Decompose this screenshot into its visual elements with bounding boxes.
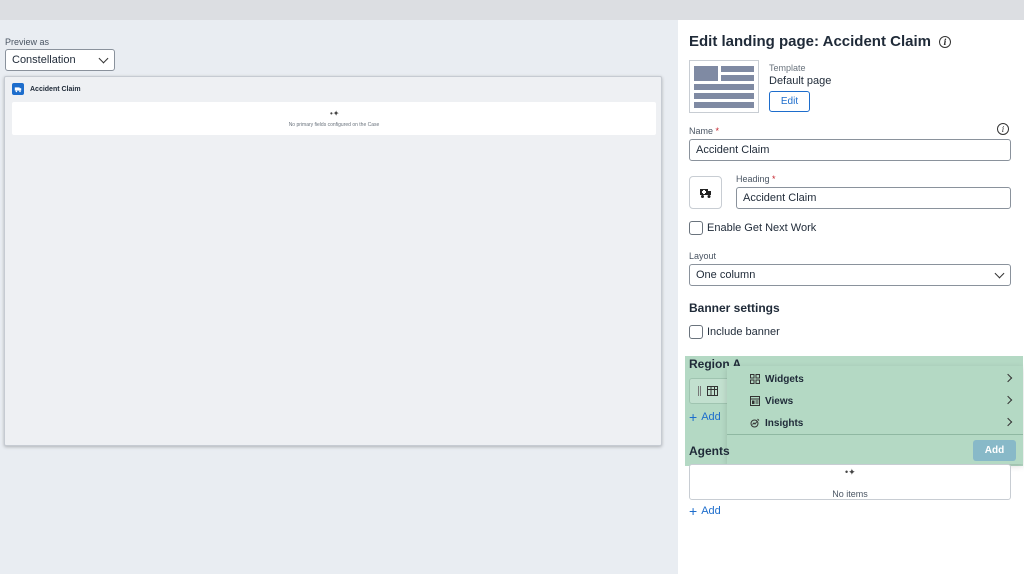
plus-icon: + (689, 503, 698, 519)
include-banner-row[interactable]: Include banner (689, 325, 780, 339)
menu-item-views[interactable]: Views (727, 390, 1023, 412)
views-icon (750, 396, 760, 406)
agents-add-link[interactable]: + Add (689, 503, 721, 519)
ambulance-icon (12, 83, 24, 95)
heading-input[interactable]: Accident Claim (736, 187, 1011, 209)
ambulance-icon (699, 188, 711, 198)
widgets-icon (750, 374, 760, 384)
panel-title: Edit landing page: Accident Claim i (689, 33, 951, 50)
menu-add-button[interactable]: Add (973, 440, 1016, 461)
plus-icon: + (689, 409, 698, 425)
agents-empty-message: No items (832, 489, 868, 499)
get-next-work-checkbox[interactable] (689, 221, 703, 235)
heading-icon-picker[interactable] (689, 176, 722, 209)
get-next-work-label: Enable Get Next Work (707, 222, 817, 234)
preview-as-value: Constellation (12, 54, 76, 66)
menu-item-insights[interactable]: Insights (727, 412, 1023, 434)
sparkle-icon: •✦ (330, 109, 340, 118)
chevron-down-icon (98, 55, 108, 65)
layout-label: Layout (689, 251, 717, 261)
menu-item-widgets[interactable]: Widgets (727, 368, 1023, 390)
banner-settings-title: Banner settings (689, 301, 780, 315)
template-value: Default page (769, 75, 832, 87)
agents-list: •✦ No items (689, 464, 1011, 500)
layout-select[interactable]: One column (689, 264, 1011, 286)
preview-as-select[interactable]: Constellation (5, 49, 115, 71)
include-banner-checkbox[interactable] (689, 325, 703, 339)
primary-fields-card: •✦ No primary fields configured on the C… (12, 102, 656, 135)
preview-canvas: Accident Claim •✦ No primary fields conf… (4, 76, 662, 446)
get-next-work-row[interactable]: Enable Get Next Work (689, 221, 816, 235)
add-content-menu: Widgets Views Insights Add (727, 366, 1023, 464)
sparkle-icon: •✦ (845, 467, 856, 477)
table-icon (707, 386, 718, 396)
insights-icon (750, 418, 760, 428)
primary-fields-empty-message: No primary fields configured on the Case (288, 122, 380, 128)
preview-case-title: Accident Claim (30, 85, 81, 93)
top-bar (0, 0, 1024, 20)
preview-case-header: Accident Claim (12, 83, 81, 95)
chevron-down-icon (994, 270, 1004, 280)
preview-as-label: Preview as (5, 37, 50, 47)
drag-handle-icon[interactable] (698, 386, 701, 396)
heading-label: Heading * (736, 174, 776, 184)
name-label: Name * (689, 126, 720, 136)
chevron-right-icon (1003, 417, 1013, 427)
info-icon[interactable]: i (938, 35, 951, 48)
menu-divider (727, 434, 1023, 435)
agents-title: Agents (689, 444, 730, 458)
chevron-right-icon (1003, 395, 1013, 405)
chevron-right-icon (1003, 373, 1013, 383)
name-input[interactable]: Accident Claim (689, 139, 1011, 161)
include-banner-label: Include banner (707, 326, 780, 338)
edit-template-button[interactable]: Edit (769, 91, 810, 112)
region-a-add-link[interactable]: + Add (689, 409, 721, 425)
template-label: Template (769, 63, 806, 73)
template-thumbnail (689, 60, 759, 113)
layout-value: One column (696, 269, 756, 281)
panel-title-text: Edit landing page: Accident Claim (689, 33, 931, 50)
name-info-icon[interactable]: i (997, 123, 1009, 135)
